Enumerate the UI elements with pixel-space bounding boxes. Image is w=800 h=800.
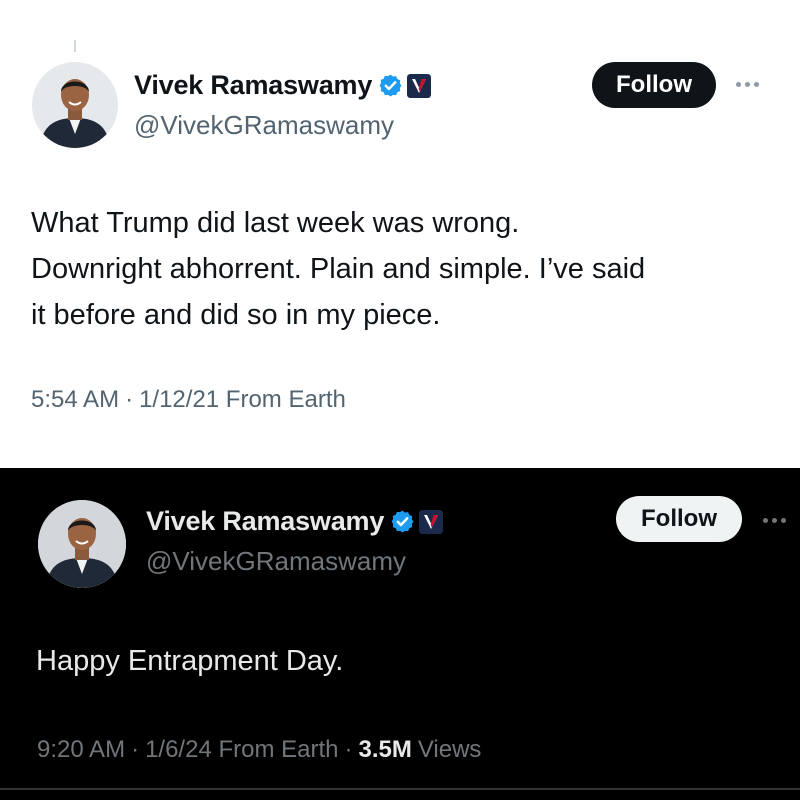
author-avatar[interactable] (38, 500, 126, 588)
follow-button[interactable]: Follow (592, 62, 716, 108)
tweet-date-source[interactable]: 1/12/21 From Earth (139, 386, 346, 414)
campaign-v-logo-icon[interactable] (419, 509, 444, 534)
tweet-time[interactable]: 9:20 AM (37, 736, 125, 764)
tweet-card-dark: Vivek Ramaswamy @VivekGRamaswamy Follow … (0, 468, 800, 800)
author-display-name[interactable]: Vivek Ramaswamy (134, 70, 372, 101)
verified-badge-icon[interactable] (390, 509, 415, 534)
author-handle[interactable]: @VivekGRamaswamy (134, 110, 394, 141)
thread-connector (74, 40, 76, 52)
tweet-text-line: Downright abhorrent. Plain and simple. I… (31, 253, 646, 285)
meta-separator: · (344, 736, 353, 763)
tweet-metadata: 9:20 AM · 1/6/24 From Earth · 3.5M Views (37, 736, 481, 764)
author-handle[interactable]: @VivekGRamaswamy (146, 546, 406, 577)
more-options-icon[interactable] (736, 82, 759, 87)
meta-separator: · (125, 386, 134, 413)
author-avatar[interactable] (32, 62, 118, 148)
tweet-text-line: it before and did so in my piece. (31, 299, 441, 331)
tweet-text-line: What Trump did last week was wrong. (31, 207, 520, 239)
tweet-card-light: Vivek Ramaswamy @VivekGRamaswamy Follow … (0, 0, 800, 468)
tweet-text: What Trump did last week was wrong. Down… (31, 200, 771, 338)
tweet-time[interactable]: 5:54 AM (31, 386, 119, 414)
campaign-v-logo-icon[interactable] (407, 73, 432, 98)
follow-button[interactable]: Follow (616, 496, 742, 542)
tweet-text-line: Happy Entrapment Day. (36, 645, 344, 677)
author-name-row: Vivek Ramaswamy (134, 70, 432, 101)
profile-photo-icon (38, 500, 126, 588)
profile-photo-icon (32, 62, 118, 148)
views-count[interactable]: 3.5M (358, 736, 411, 764)
verified-badge-icon[interactable] (378, 73, 403, 98)
tweet-metadata: 5:54 AM · 1/12/21 From Earth (31, 386, 346, 414)
meta-separator: · (131, 736, 140, 763)
tweet-date-source[interactable]: 1/6/24 From Earth (145, 736, 338, 764)
tweet-text: Happy Entrapment Day. (36, 638, 776, 684)
author-name-row: Vivek Ramaswamy (146, 506, 444, 537)
views-label[interactable]: Views (418, 736, 482, 764)
more-options-icon[interactable] (763, 518, 786, 523)
author-display-name[interactable]: Vivek Ramaswamy (146, 506, 384, 537)
divider (0, 788, 800, 790)
